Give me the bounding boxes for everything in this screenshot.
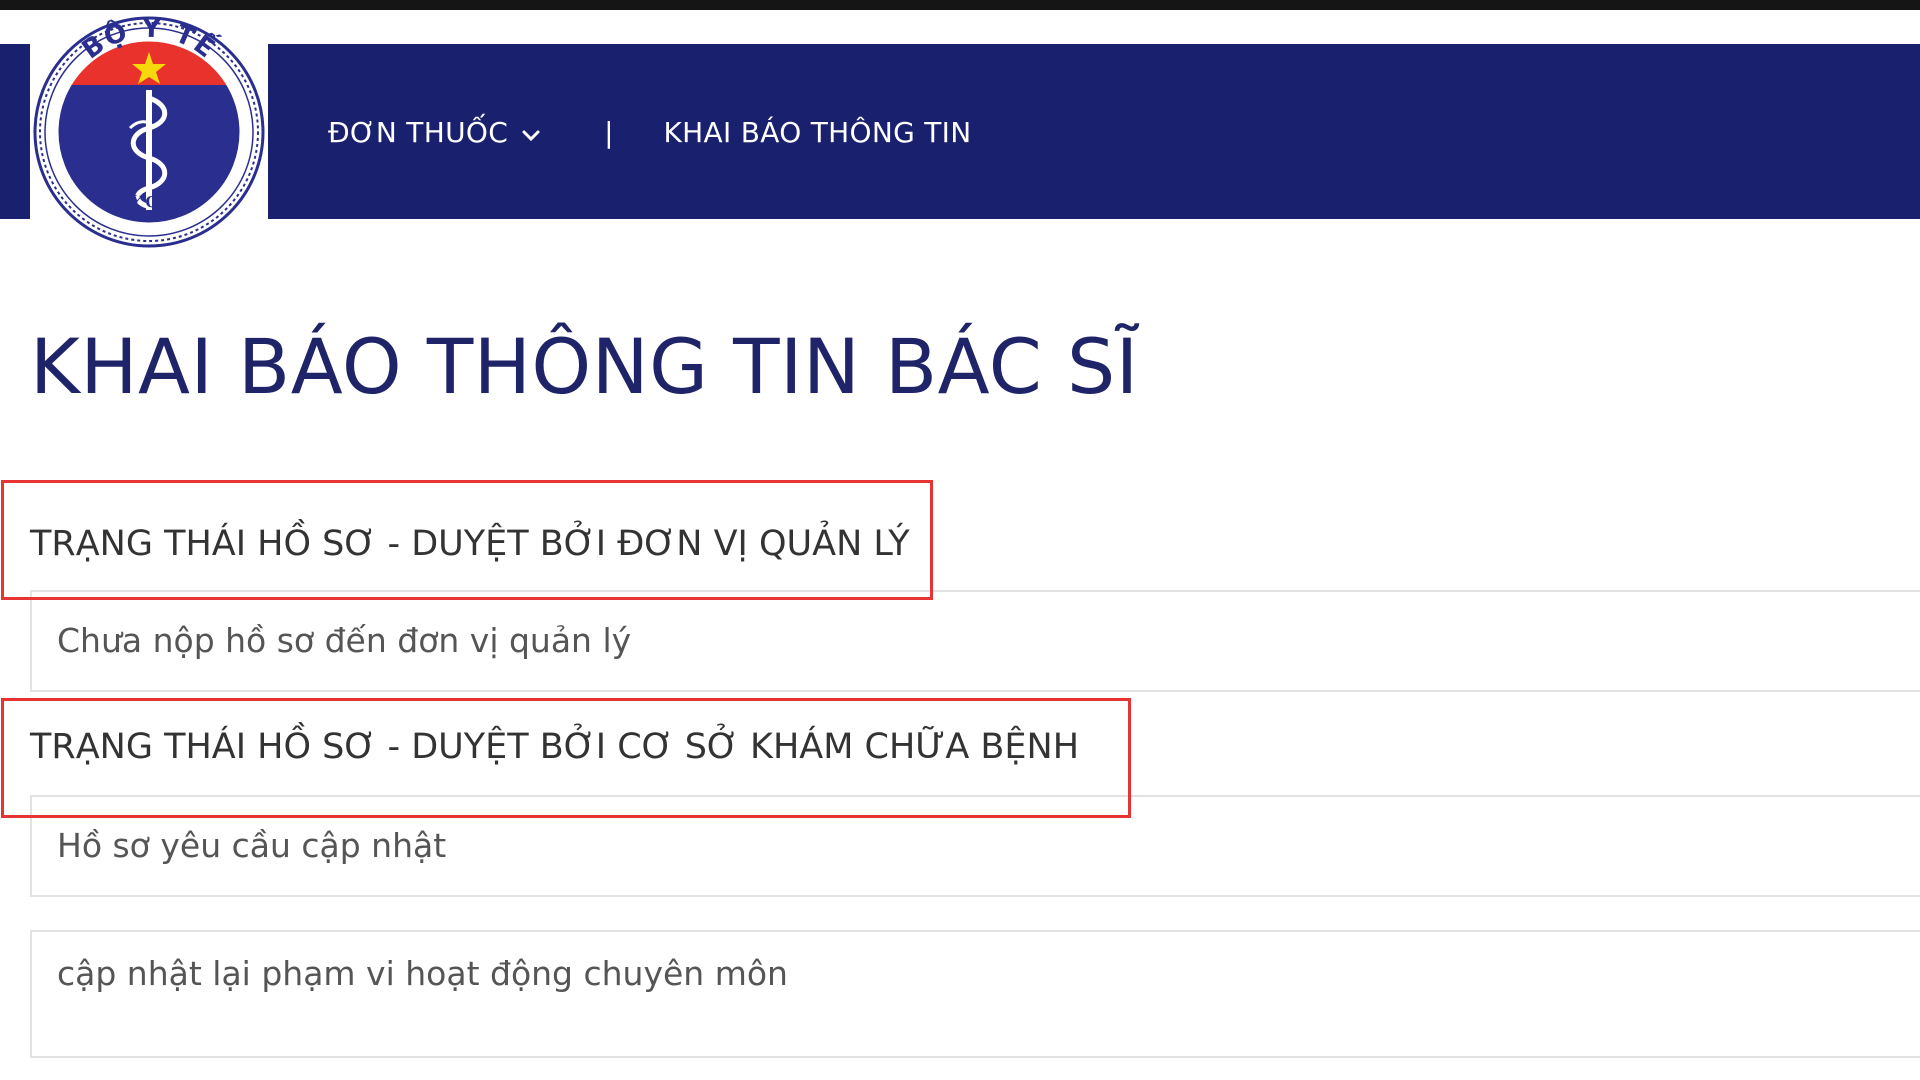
status-note-textarea[interactable]: cập nhật lại phạm vi hoạt động chuyên mô… bbox=[30, 930, 1920, 1058]
nav-item-don-thuoc-label: ĐƠN THUỐC bbox=[328, 115, 509, 149]
nav-separator: | bbox=[604, 115, 614, 149]
nav-item-don-thuoc[interactable]: ĐƠN THUỐC bbox=[328, 116, 540, 149]
nav-item-khai-bao-thong-tin[interactable]: KHAI BÁO THÔNG TIN bbox=[664, 116, 972, 149]
section-label-medical-facility: TRẠNG THÁI HỒ SƠ - DUYỆT BỞI CƠ SỞ KHÁM … bbox=[30, 727, 1080, 767]
main-nav: ĐƠN THUỐC | KHAI BÁO THÔNG TIN bbox=[328, 110, 972, 154]
status-field-medical-facility[interactable]: Hồ sơ yêu cầu cập nhật bbox=[30, 795, 1920, 897]
ministry-logo-icon: BỘ Y TẾ MINISTRY OF HEALTH bbox=[33, 14, 265, 248]
ministry-of-health-logo[interactable]: BỘ Y TẾ MINISTRY OF HEALTH bbox=[30, 10, 268, 250]
nav-item-khai-bao-thong-tin-label: KHAI BÁO THÔNG TIN bbox=[663, 115, 972, 149]
browser-top-strip bbox=[0, 0, 1920, 10]
chevron-down-icon bbox=[522, 116, 540, 149]
page-title: KHAI BÁO THÔNG TIN BÁC SĨ bbox=[30, 322, 1139, 411]
status-field-managing-unit[interactable]: Chưa nộp hồ sơ đến đơn vị quản lý bbox=[30, 590, 1920, 692]
section-label-managing-unit: TRẠNG THÁI HỒ SƠ - DUYỆT BỞI ĐƠN VỊ QUẢN… bbox=[30, 524, 910, 564]
